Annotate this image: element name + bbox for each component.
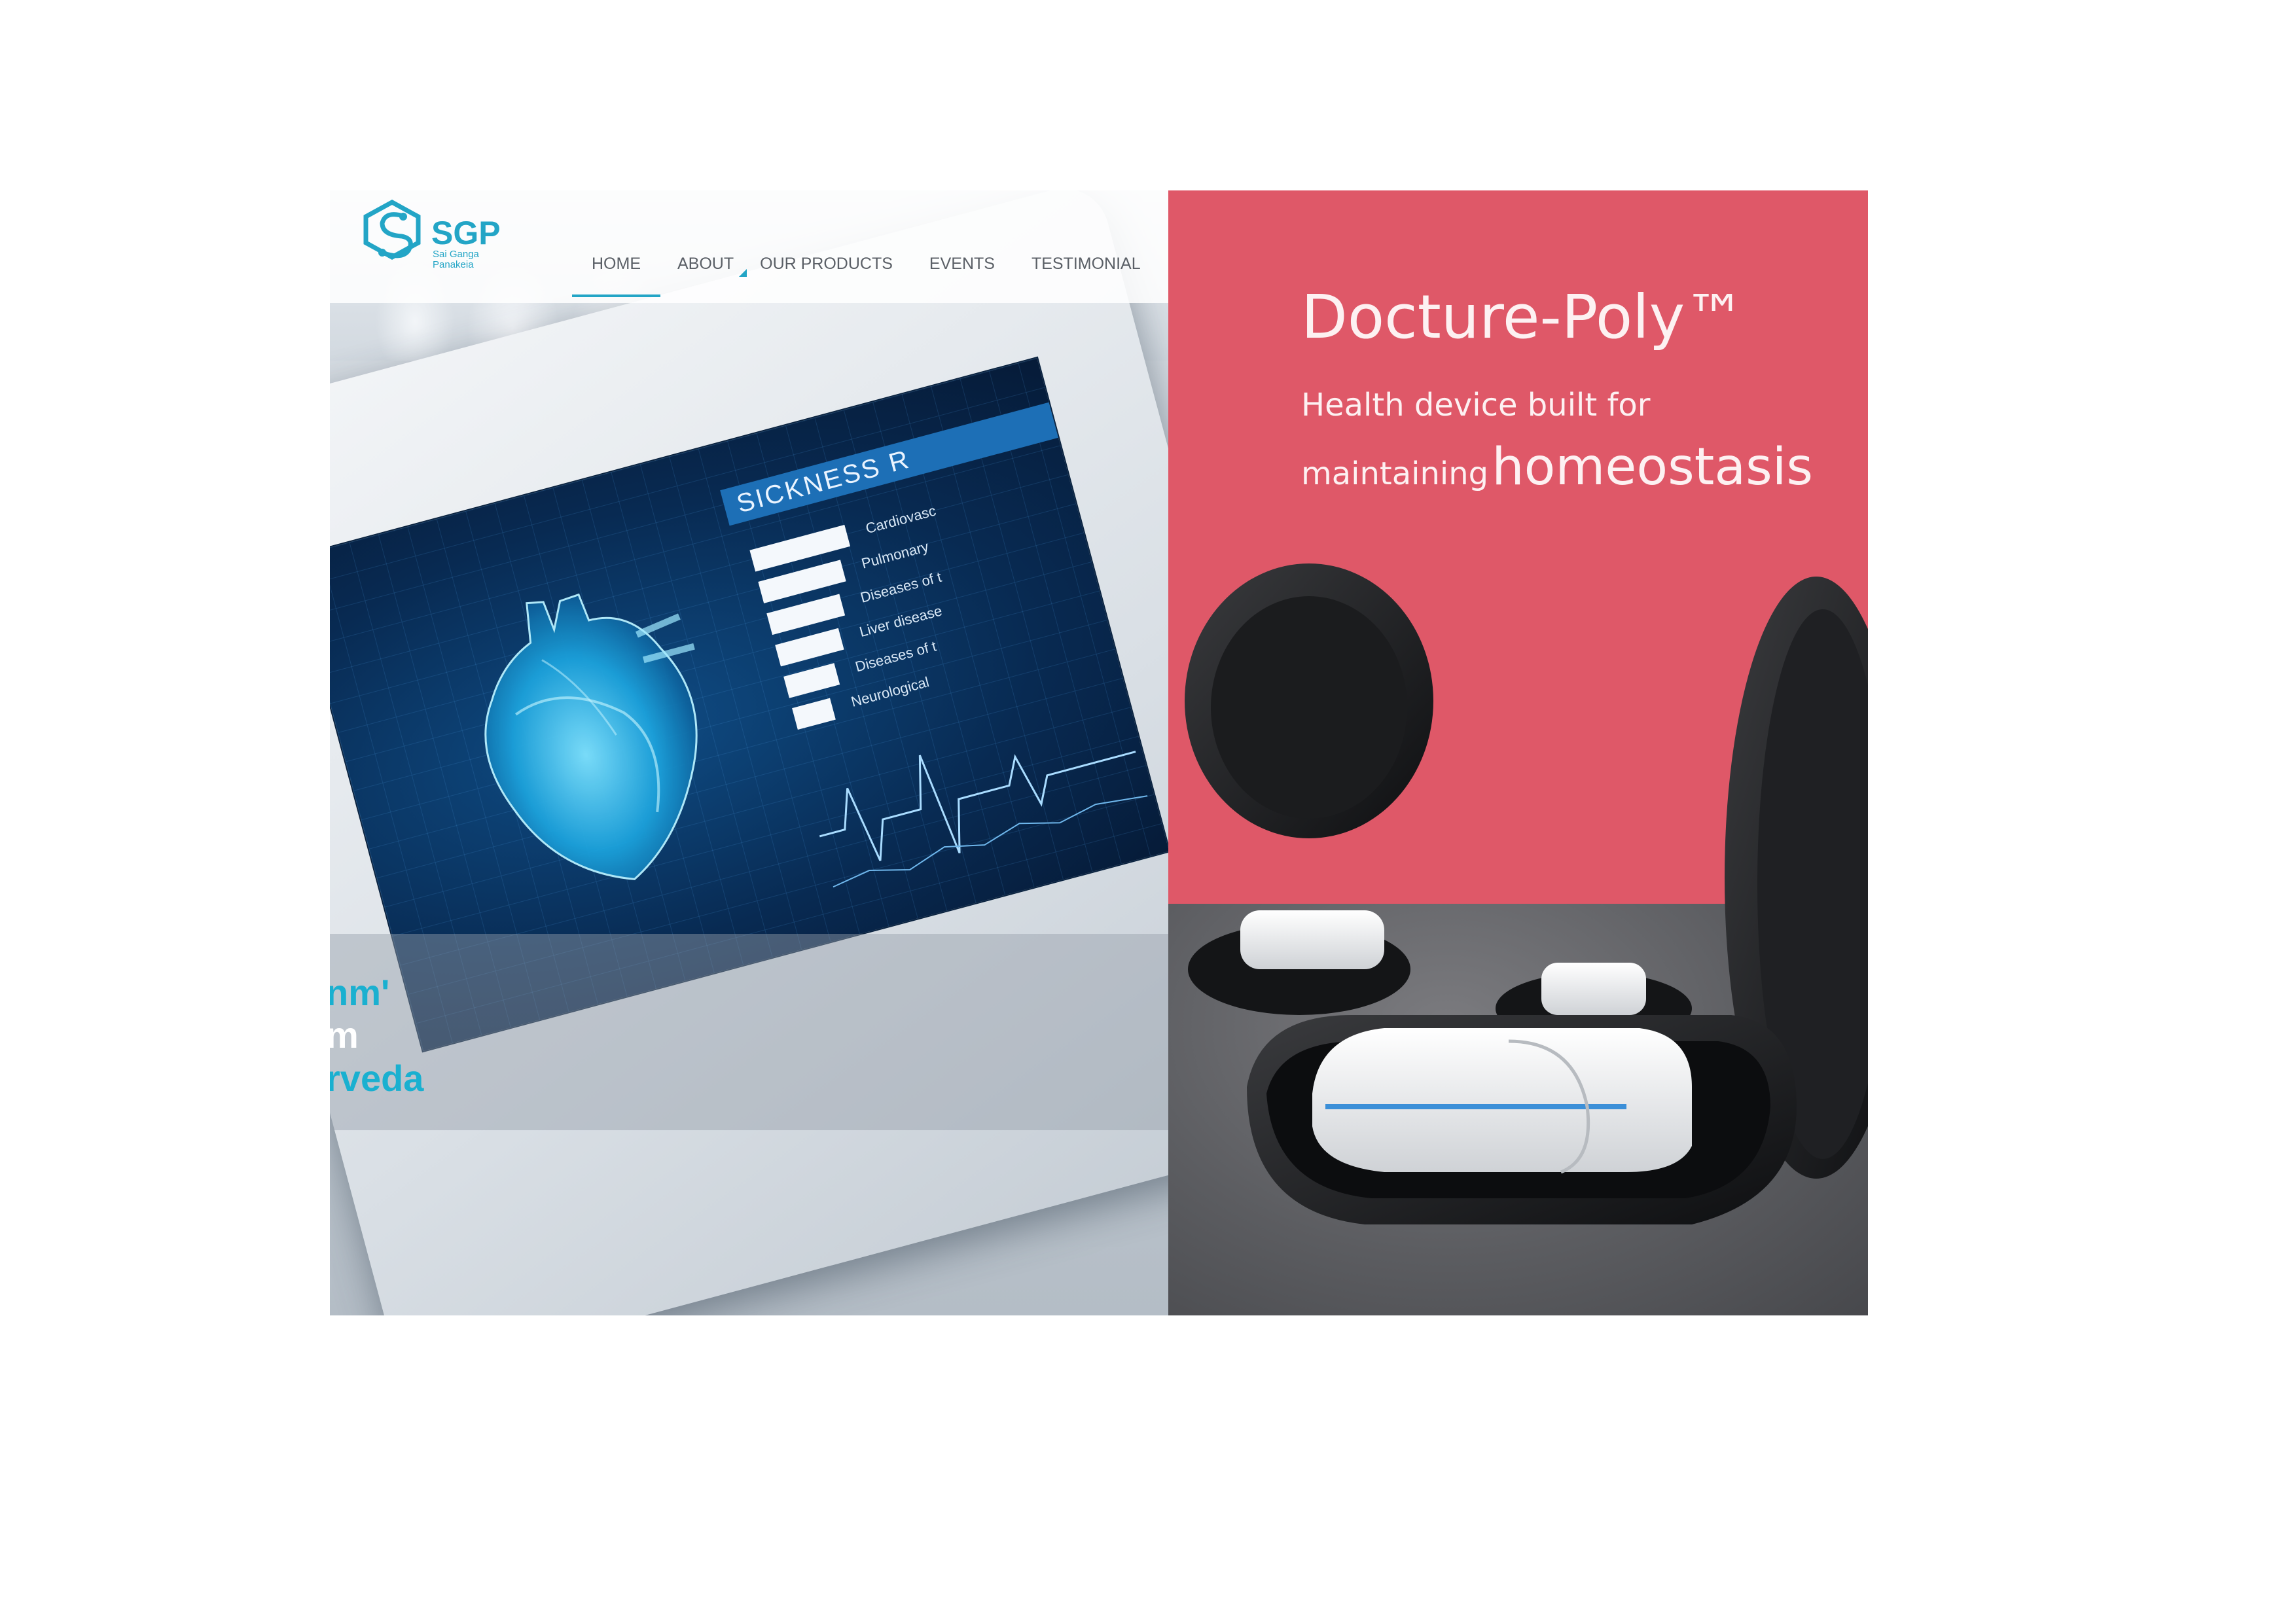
bar-label: Cardiovasc [863, 502, 938, 537]
logo-text: SGP [431, 215, 501, 251]
product-panel: Docture-Poly™ Health device built for ma… [1168, 190, 1868, 1315]
product-subtitle-1: Health device built for [1301, 387, 1651, 423]
bar-label: Neurological [849, 673, 931, 710]
hero-caption-line-1: nm' [330, 972, 390, 1013]
hero-caption-band [330, 934, 1168, 1130]
heart-illustration [484, 593, 698, 880]
sgp-logo[interactable]: SGP Sai Ganga Panakeia [356, 197, 520, 295]
sickness-title: SICKNESS R [720, 399, 1071, 526]
sickness-bars: Cardiovasc Pulmonary Diseases of t Liver… [749, 503, 944, 740]
nav-events[interactable]: EVENTS [929, 255, 995, 274]
nav-testimonial[interactable]: TESTIMONIAL [1031, 255, 1141, 274]
product-subtitle-big: homeostasis [1492, 438, 1814, 497]
logo-subtitle-1: Sai Ganga [433, 249, 480, 260]
website-screenshot: SICKNESS R Cardiovasc Pulmonary Diseases… [330, 190, 1168, 1315]
main-nav: HOME ABOUT OUR PRODUCTS EVENTS TESTIMONI… [572, 255, 1168, 297]
product-subtitle-2: maintaining homeostasis [1301, 438, 1813, 497]
product-title: Docture-Poly™ [1301, 282, 1746, 352]
bar-item: Diseases of t [783, 637, 938, 698]
nav-our-products[interactable]: OUR PRODUCTS [760, 255, 893, 274]
site-header: SGP Sai Ganga Panakeia HOME ABOUT OUR PR… [330, 190, 1168, 303]
bar-label: Pulmonary [859, 538, 931, 572]
device-cases-image [1185, 563, 1868, 1224]
nav-home[interactable]: HOME [572, 255, 660, 297]
hero-caption-line-2: m [330, 1014, 359, 1056]
bar-label: Liver disease [857, 602, 944, 641]
bar-label: Diseases of t [858, 568, 944, 606]
nav-about[interactable]: ABOUT [677, 255, 747, 277]
bar-item: Liver disease [775, 602, 944, 667]
nav-about-label: ABOUT [677, 255, 734, 273]
bar-item: Neurological [792, 673, 931, 730]
hero-caption-line-3: rveda [330, 1058, 424, 1099]
dropdown-caret-icon [739, 269, 747, 277]
product-subtitle-small: maintaining [1301, 455, 1489, 492]
tablet-image: SICKNESS R Cardiovasc Pulmonary Diseases… [330, 190, 1168, 1315]
bar-label: Diseases of t [853, 637, 939, 675]
logo-subtitle-2: Panakeia [433, 259, 474, 270]
